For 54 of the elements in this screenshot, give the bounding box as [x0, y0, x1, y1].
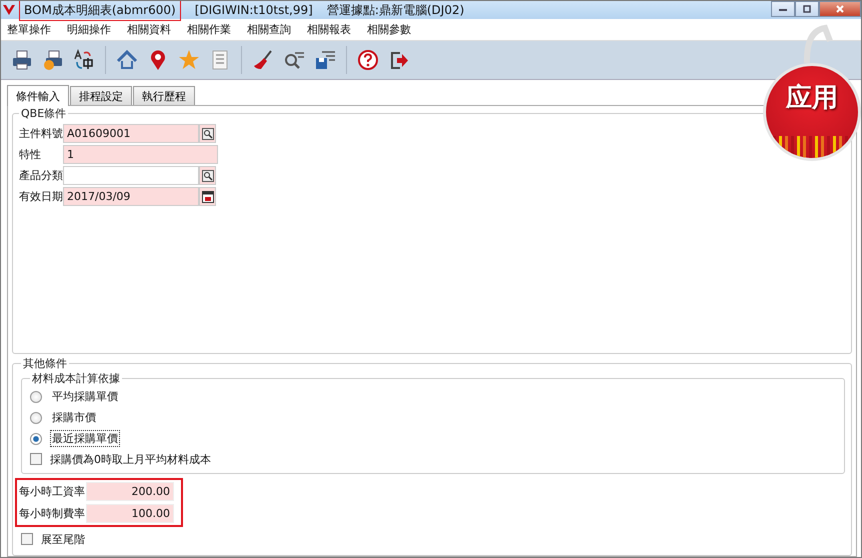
group-title: QBE條件	[20, 106, 68, 121]
minimize-button[interactable]	[771, 1, 795, 17]
app-logo-icon	[3, 5, 15, 15]
checkbox-label: 展至尾階	[41, 532, 85, 546]
close-icon	[835, 4, 845, 14]
search-icon[interactable]	[199, 124, 216, 143]
radio-label: 採購市價	[51, 410, 97, 426]
menu-item[interactable]: 整單操作	[7, 22, 51, 37]
database-label: [DIGIWIN:t10tst,99]	[194, 3, 313, 17]
field-label: 每小時工資率	[19, 484, 86, 499]
input-field[interactable]: 2017/03/09	[63, 187, 199, 206]
field-value: 1	[67, 148, 74, 161]
radio-button[interactable]	[30, 390, 42, 402]
input-field[interactable]	[63, 166, 199, 185]
field-value: 2017/03/09	[67, 190, 130, 203]
field-value: 200.00	[132, 485, 170, 498]
menu-item[interactable]: 相關參數	[367, 22, 411, 37]
field-label: 產品分類	[19, 168, 63, 183]
tab[interactable]: 排程設定	[70, 86, 132, 105]
input-field[interactable]: 200.00	[86, 482, 174, 501]
group-title: 材料成本計算依據	[31, 371, 121, 386]
field-label: 有效日期	[19, 189, 63, 204]
minimize-icon	[778, 6, 788, 12]
search-icon[interactable]	[199, 166, 216, 185]
badge-label: 应用	[786, 82, 838, 115]
restore-icon	[802, 4, 812, 14]
menu-item[interactable]: 明細操作	[67, 22, 111, 37]
window-title: BOM成本明細表(abmr600)	[19, 1, 181, 20]
checkbox[interactable]	[21, 533, 33, 545]
radio-label: 最近採購單價	[50, 430, 120, 447]
menu-item[interactable]: 相關資料	[127, 22, 171, 37]
checkbox-label: 採購價為0時取上月平均材料成本	[50, 452, 211, 466]
radio-button[interactable]	[30, 432, 42, 444]
calendar-icon[interactable]	[199, 187, 216, 206]
input-field[interactable]: 100.00	[86, 504, 174, 523]
radio-button[interactable]	[30, 412, 42, 424]
menu-item[interactable]: 相關報表	[307, 22, 351, 37]
field-label: 每小時制費率	[19, 506, 86, 521]
field-value: A01609001	[67, 127, 131, 140]
restore-button[interactable]	[795, 1, 819, 17]
field-value: 100.00	[132, 507, 170, 520]
tab[interactable]: 執行歷程	[133, 86, 195, 105]
checkbox[interactable]	[30, 453, 42, 465]
group-title: 其他條件	[22, 356, 68, 371]
menu-item[interactable]: 相關查詢	[247, 22, 291, 37]
field-label: 特性	[19, 147, 42, 162]
radio-label: 平均採購單價	[51, 389, 119, 405]
menu-item[interactable]: 相關作業	[187, 22, 231, 37]
tab[interactable]: 條件輸入	[7, 85, 69, 106]
close-button[interactable]	[819, 1, 861, 17]
input-field[interactable]: A01609001	[63, 124, 199, 143]
input-field[interactable]: 1	[63, 145, 218, 164]
site-label: 營運據點:鼎新電腦(DJ02)	[326, 2, 464, 18]
field-label: 主件料號	[19, 126, 63, 141]
